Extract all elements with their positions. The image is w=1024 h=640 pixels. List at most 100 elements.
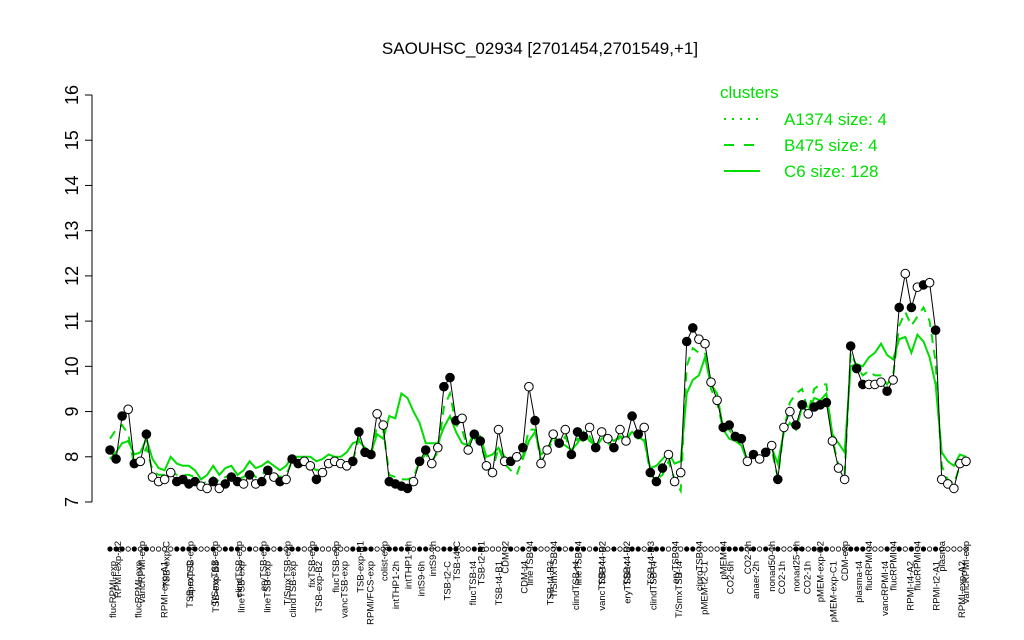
rug-mark — [131, 546, 137, 552]
rug-mark — [829, 546, 836, 552]
rug-mark — [125, 546, 131, 552]
rug-mark — [222, 546, 228, 552]
data-point — [851, 363, 862, 374]
data-point — [141, 429, 152, 440]
data-point — [554, 438, 565, 449]
rug-mark — [489, 546, 496, 552]
rug-mark — [465, 546, 471, 552]
legend-title: clusters — [720, 83, 779, 102]
data-point — [560, 424, 571, 435]
data-point — [433, 442, 443, 453]
rug-mark — [416, 546, 423, 552]
y-tick-label: 14 — [62, 175, 82, 195]
rug-mark — [538, 546, 544, 552]
x-tick-label: eryTSB-exp — [258, 541, 269, 591]
data-point — [244, 470, 255, 480]
data-point — [548, 429, 559, 440]
data-point — [123, 404, 133, 415]
rug-mark — [392, 546, 398, 552]
x-tick-label: colist-exp — [380, 541, 391, 581]
rug-mark — [708, 546, 714, 552]
rug-mark — [562, 546, 568, 552]
data-point — [263, 465, 273, 476]
x-tick-label: pMEM-t4 — [719, 541, 730, 580]
data-point — [888, 375, 898, 385]
data-point — [633, 429, 644, 440]
data-point — [779, 422, 789, 433]
data-point — [578, 431, 589, 442]
x-tick-label: pMEM-exp-C2 — [816, 541, 827, 602]
data-point — [439, 381, 449, 392]
data-point — [524, 381, 534, 392]
data-point — [712, 395, 722, 406]
data-point — [657, 463, 668, 473]
data-point — [281, 474, 291, 485]
data-point — [402, 483, 413, 494]
data-point — [894, 302, 905, 313]
x-tick-label: vancRPMI-exp — [961, 541, 972, 603]
data-point — [615, 424, 625, 435]
rug-mark — [295, 546, 301, 552]
data-point — [609, 442, 619, 453]
data-point — [518, 442, 528, 453]
y-tick-label: 10 — [62, 356, 82, 376]
rug-mark — [659, 546, 666, 552]
rug-mark — [149, 546, 156, 552]
data-point — [760, 447, 771, 458]
data-point — [839, 474, 850, 485]
rug-mark — [781, 546, 787, 552]
rug-mark — [854, 546, 860, 552]
y-tick-label: 16 — [62, 85, 82, 105]
data-point — [536, 458, 546, 469]
x-tick-label: clindTSB-exp — [234, 541, 245, 598]
x-tick-label: pMEM-exp-C1 — [828, 561, 839, 622]
data-point — [681, 336, 692, 347]
x-tick-label: TSB-exp-C — [162, 541, 173, 588]
data-point — [165, 467, 176, 478]
rug-mark — [344, 546, 350, 552]
rug-mark — [951, 546, 957, 552]
data-point — [833, 463, 844, 473]
data-point — [457, 413, 467, 424]
data-point — [463, 445, 474, 455]
rug-mark — [635, 546, 641, 552]
data-point — [305, 461, 316, 471]
x-tick-label: TSB-t4-C — [452, 541, 463, 581]
rug-mark — [586, 546, 593, 552]
data-point — [348, 456, 358, 467]
data-point — [700, 338, 710, 349]
x-tick-label: T/SmxTSB-exp — [283, 541, 294, 605]
data-point — [803, 409, 814, 419]
data-point — [414, 456, 425, 467]
data-point — [354, 427, 364, 437]
y-tick-label: 15 — [62, 130, 82, 150]
legend-label-b475: B475 size: 4 — [784, 136, 878, 155]
legend-label-a1374: A1374 size: 4 — [784, 110, 887, 129]
x-tick-label: CO2-1h — [777, 561, 788, 594]
chart-title: SAOUHSC_02934 [2701454,2701549,+1] — [382, 39, 698, 58]
chart: SAOUHSC_02934 [2701454,2701549,+1] 7 8 9 10… — [0, 0, 1024, 640]
x-tick-label: intS9-1h — [428, 541, 439, 576]
x-tick-label: RPMI/FCS-exp — [365, 561, 376, 625]
rug-mark — [756, 546, 763, 552]
data-point — [530, 415, 540, 426]
data-point — [876, 377, 886, 388]
x-tick-label: CO2-2h — [743, 541, 754, 574]
x-tick-label: TSB-exp-B1 — [355, 541, 366, 593]
data-point — [366, 449, 376, 460]
data-point — [949, 483, 959, 494]
legend-label-c6: C6 size: 128 — [784, 162, 879, 181]
x-tick-label: plasma — [937, 540, 948, 571]
data-point — [566, 449, 577, 460]
x-tick-label: TSB-t4-B2 — [622, 541, 633, 585]
x-tick-label: CDM-t2 — [501, 541, 512, 574]
rug-mark — [319, 546, 326, 552]
x-tick-label: intS9-6h — [417, 561, 428, 596]
y-tick-label: 8 — [62, 452, 82, 462]
x-tick-label: TSB-t4-B3 — [646, 541, 657, 585]
data-point — [742, 456, 753, 467]
x-tick-label: intTHP1-2h — [391, 561, 402, 609]
x-tick-label: lineTSB-t4 — [573, 541, 584, 585]
data-point — [651, 476, 662, 487]
x-tick-label: nonad50-1h — [767, 541, 778, 592]
